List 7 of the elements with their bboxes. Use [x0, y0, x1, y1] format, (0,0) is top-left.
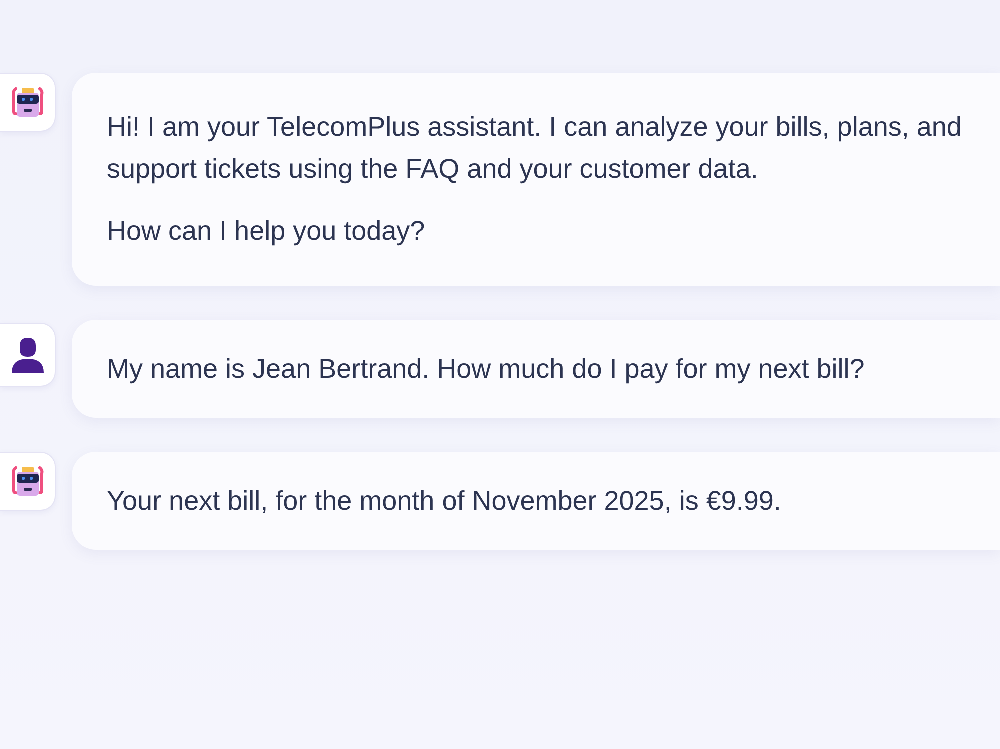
message-text: How can I help you today?	[107, 215, 426, 248]
message-text: My name is Jean Bertrand. How much do I pay for my next bill?	[107, 353, 866, 386]
robot-icon	[10, 86, 44, 120]
robot-icon	[10, 464, 44, 498]
person-icon	[10, 336, 44, 374]
message-text: Hi! I am your TelecomPlus assistant. I can analyze your bills, plans, and support tickets using the FAQ and your customer data.	[107, 111, 963, 186]
message-text: Your next bill, for the month of November 2025, is €9.99.	[107, 485, 782, 518]
